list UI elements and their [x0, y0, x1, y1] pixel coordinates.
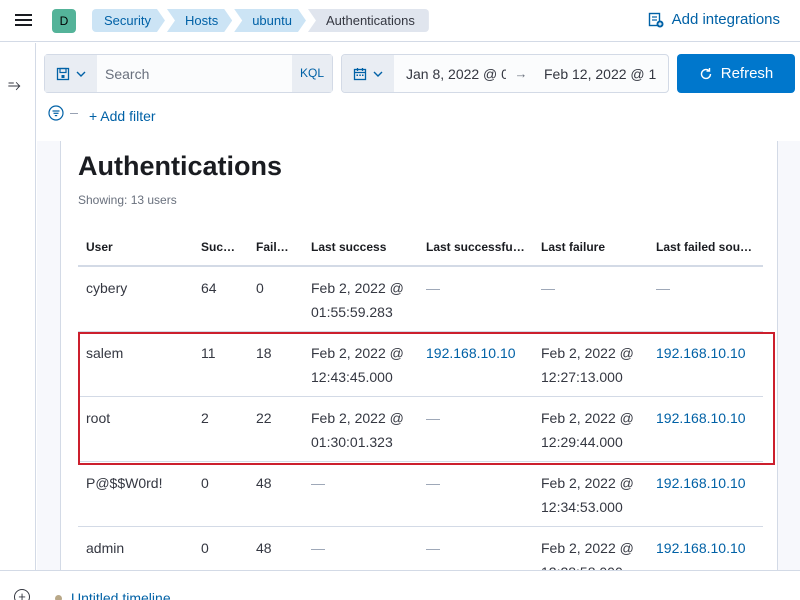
- cell-successes: 2: [193, 396, 248, 462]
- authentications-table: User Succ… Failu… Last success Last succ…: [78, 229, 763, 570]
- cell-last-success: —: [303, 526, 418, 570]
- column-header-failures[interactable]: Failu…: [248, 229, 303, 267]
- refresh-icon: [700, 67, 711, 79]
- cell-last-failed-source-link[interactable]: 192.168.10.10: [648, 396, 763, 462]
- cell-last-failure: —: [533, 266, 648, 332]
- breadcrumb-ubuntu[interactable]: ubuntu: [234, 9, 306, 32]
- cell-last-failure: Feb 2, 2022 @ 12:29:44.000: [533, 396, 648, 462]
- cell-user[interactable]: P@$$W0rd!: [78, 461, 193, 527]
- cell-successes: 64: [193, 266, 248, 332]
- cell-last-successful-source: —: [418, 461, 533, 527]
- cell-last-failed-source-link[interactable]: 192.168.10.10: [648, 461, 763, 527]
- column-header-last-failure[interactable]: Last failure: [533, 229, 648, 267]
- chevron-down-icon: [76, 71, 86, 77]
- arrow-right-icon: →: [514, 66, 528, 81]
- table-row: P@$$W0rd! 0 48 — — Feb 2, 2022 @ 12:34:5…: [78, 461, 763, 527]
- cell-failures: 18: [248, 331, 303, 397]
- add-integrations-button[interactable]: Add integrations: [648, 11, 780, 28]
- query-bar: KQL: [44, 54, 333, 93]
- refresh-label: Refresh: [720, 65, 774, 82]
- column-header-last-failed-source[interactable]: Last failed sour…: [648, 229, 763, 267]
- cell-successes: 0: [193, 526, 248, 570]
- cell-failures: 48: [248, 461, 303, 527]
- cell-last-failed-source-link[interactable]: 192.168.10.10: [648, 526, 763, 570]
- timeline-status-dot: [55, 595, 62, 600]
- saved-query-button[interactable]: [45, 55, 97, 92]
- column-header-user[interactable]: User: [78, 229, 193, 267]
- table-row: root 2 22 Feb 2, 2022 @ 01:30:01.323 — F…: [78, 396, 763, 462]
- cell-last-successful-source-link[interactable]: 192.168.10.10: [418, 331, 533, 397]
- filter-options-icon[interactable]: [48, 105, 64, 121]
- chevron-down-icon: [373, 71, 383, 77]
- cell-last-success: Feb 2, 2022 @ 01:30:01.323: [303, 396, 418, 462]
- cell-last-failed-source-link[interactable]: 192.168.10.10: [648, 331, 763, 397]
- breadcrumb-authentications: Authentications: [307, 9, 429, 32]
- cell-last-success: Feb 2, 2022 @ 01:55:59.283: [303, 266, 418, 332]
- add-integrations-label: Add integrations: [671, 11, 780, 28]
- breadcrumb-hosts[interactable]: Hosts: [167, 9, 232, 32]
- cell-last-failure: Feb 2, 2022 @ 12:34:53.000: [533, 461, 648, 527]
- breadcrumb-security[interactable]: Security: [92, 9, 165, 32]
- breadcrumb: Security Hosts ubuntu Authentications: [92, 9, 431, 32]
- page-title: Authentications: [78, 151, 283, 181]
- cell-successes: 11: [193, 331, 248, 397]
- column-header-last-success[interactable]: Last success: [303, 229, 418, 267]
- cell-failures: 0: [248, 266, 303, 332]
- add-filter-button[interactable]: + Add filter: [89, 108, 156, 124]
- calendar-icon: [353, 67, 367, 80]
- integrations-icon: [648, 12, 664, 27]
- filter-divider: [70, 113, 78, 114]
- table-header-row: User Succ… Failu… Last success Last succ…: [78, 229, 763, 267]
- cell-user[interactable]: admin: [78, 526, 193, 570]
- column-header-successes[interactable]: Succ…: [193, 229, 248, 267]
- table-row: admin 0 48 — — Feb 2, 2022 @ 12:28:58.00…: [78, 526, 763, 570]
- cell-user[interactable]: salem: [78, 331, 193, 397]
- table-row: salem 11 18 Feb 2, 2022 @ 12:43:45.000 1…: [78, 331, 763, 397]
- cell-last-failed-source: —: [648, 266, 763, 332]
- date-end[interactable]: Feb 12, 2022 @ 1: [536, 66, 662, 82]
- expand-sidebar-icon[interactable]: ⥱: [8, 77, 21, 95]
- showing-count: Showing: 13 users: [78, 193, 177, 207]
- column-header-last-successful-source[interactable]: Last successfu…: [418, 229, 533, 267]
- kql-toggle-button[interactable]: KQL: [292, 55, 332, 92]
- cell-last-successful-source: —: [418, 396, 533, 462]
- cell-last-failure: Feb 2, 2022 @ 12:28:58.000: [533, 526, 648, 570]
- hamburger-menu-icon[interactable]: [14, 11, 34, 31]
- table-row: cybery 64 0 Feb 2, 2022 @ 01:55:59.283 —…: [78, 266, 763, 332]
- date-picker: Jan 8, 2022 @ 0 → Feb 12, 2022 @ 1: [341, 54, 669, 93]
- cell-last-success: —: [303, 461, 418, 527]
- cell-last-failure: Feb 2, 2022 @ 12:27:13.000: [533, 331, 648, 397]
- authentications-panel: Authentications Showing: 13 users User S…: [60, 141, 778, 570]
- space-avatar[interactable]: D: [52, 9, 76, 33]
- cell-user[interactable]: cybery: [78, 266, 193, 332]
- cell-last-successful-source: —: [418, 526, 533, 570]
- add-timeline-icon[interactable]: +: [14, 589, 30, 600]
- cell-failures: 48: [248, 526, 303, 570]
- cell-last-successful-source: —: [418, 266, 533, 332]
- cell-last-success: Feb 2, 2022 @ 12:43:45.000: [303, 331, 418, 397]
- quick-date-button[interactable]: [342, 55, 394, 92]
- top-header: D Security Hosts ubuntu Authentications …: [0, 0, 800, 42]
- timeline-bar: + Untitled timeline: [0, 570, 800, 600]
- cell-failures: 22: [248, 396, 303, 462]
- date-start[interactable]: Jan 8, 2022 @ 0: [394, 66, 506, 82]
- refresh-button[interactable]: Refresh: [677, 54, 795, 93]
- cell-successes: 0: [193, 461, 248, 527]
- left-rail: ⥱: [0, 43, 36, 570]
- search-input[interactable]: [97, 55, 292, 92]
- save-icon: [56, 67, 70, 80]
- timeline-title-link[interactable]: Untitled timeline: [71, 590, 171, 600]
- cell-user[interactable]: root: [78, 396, 193, 462]
